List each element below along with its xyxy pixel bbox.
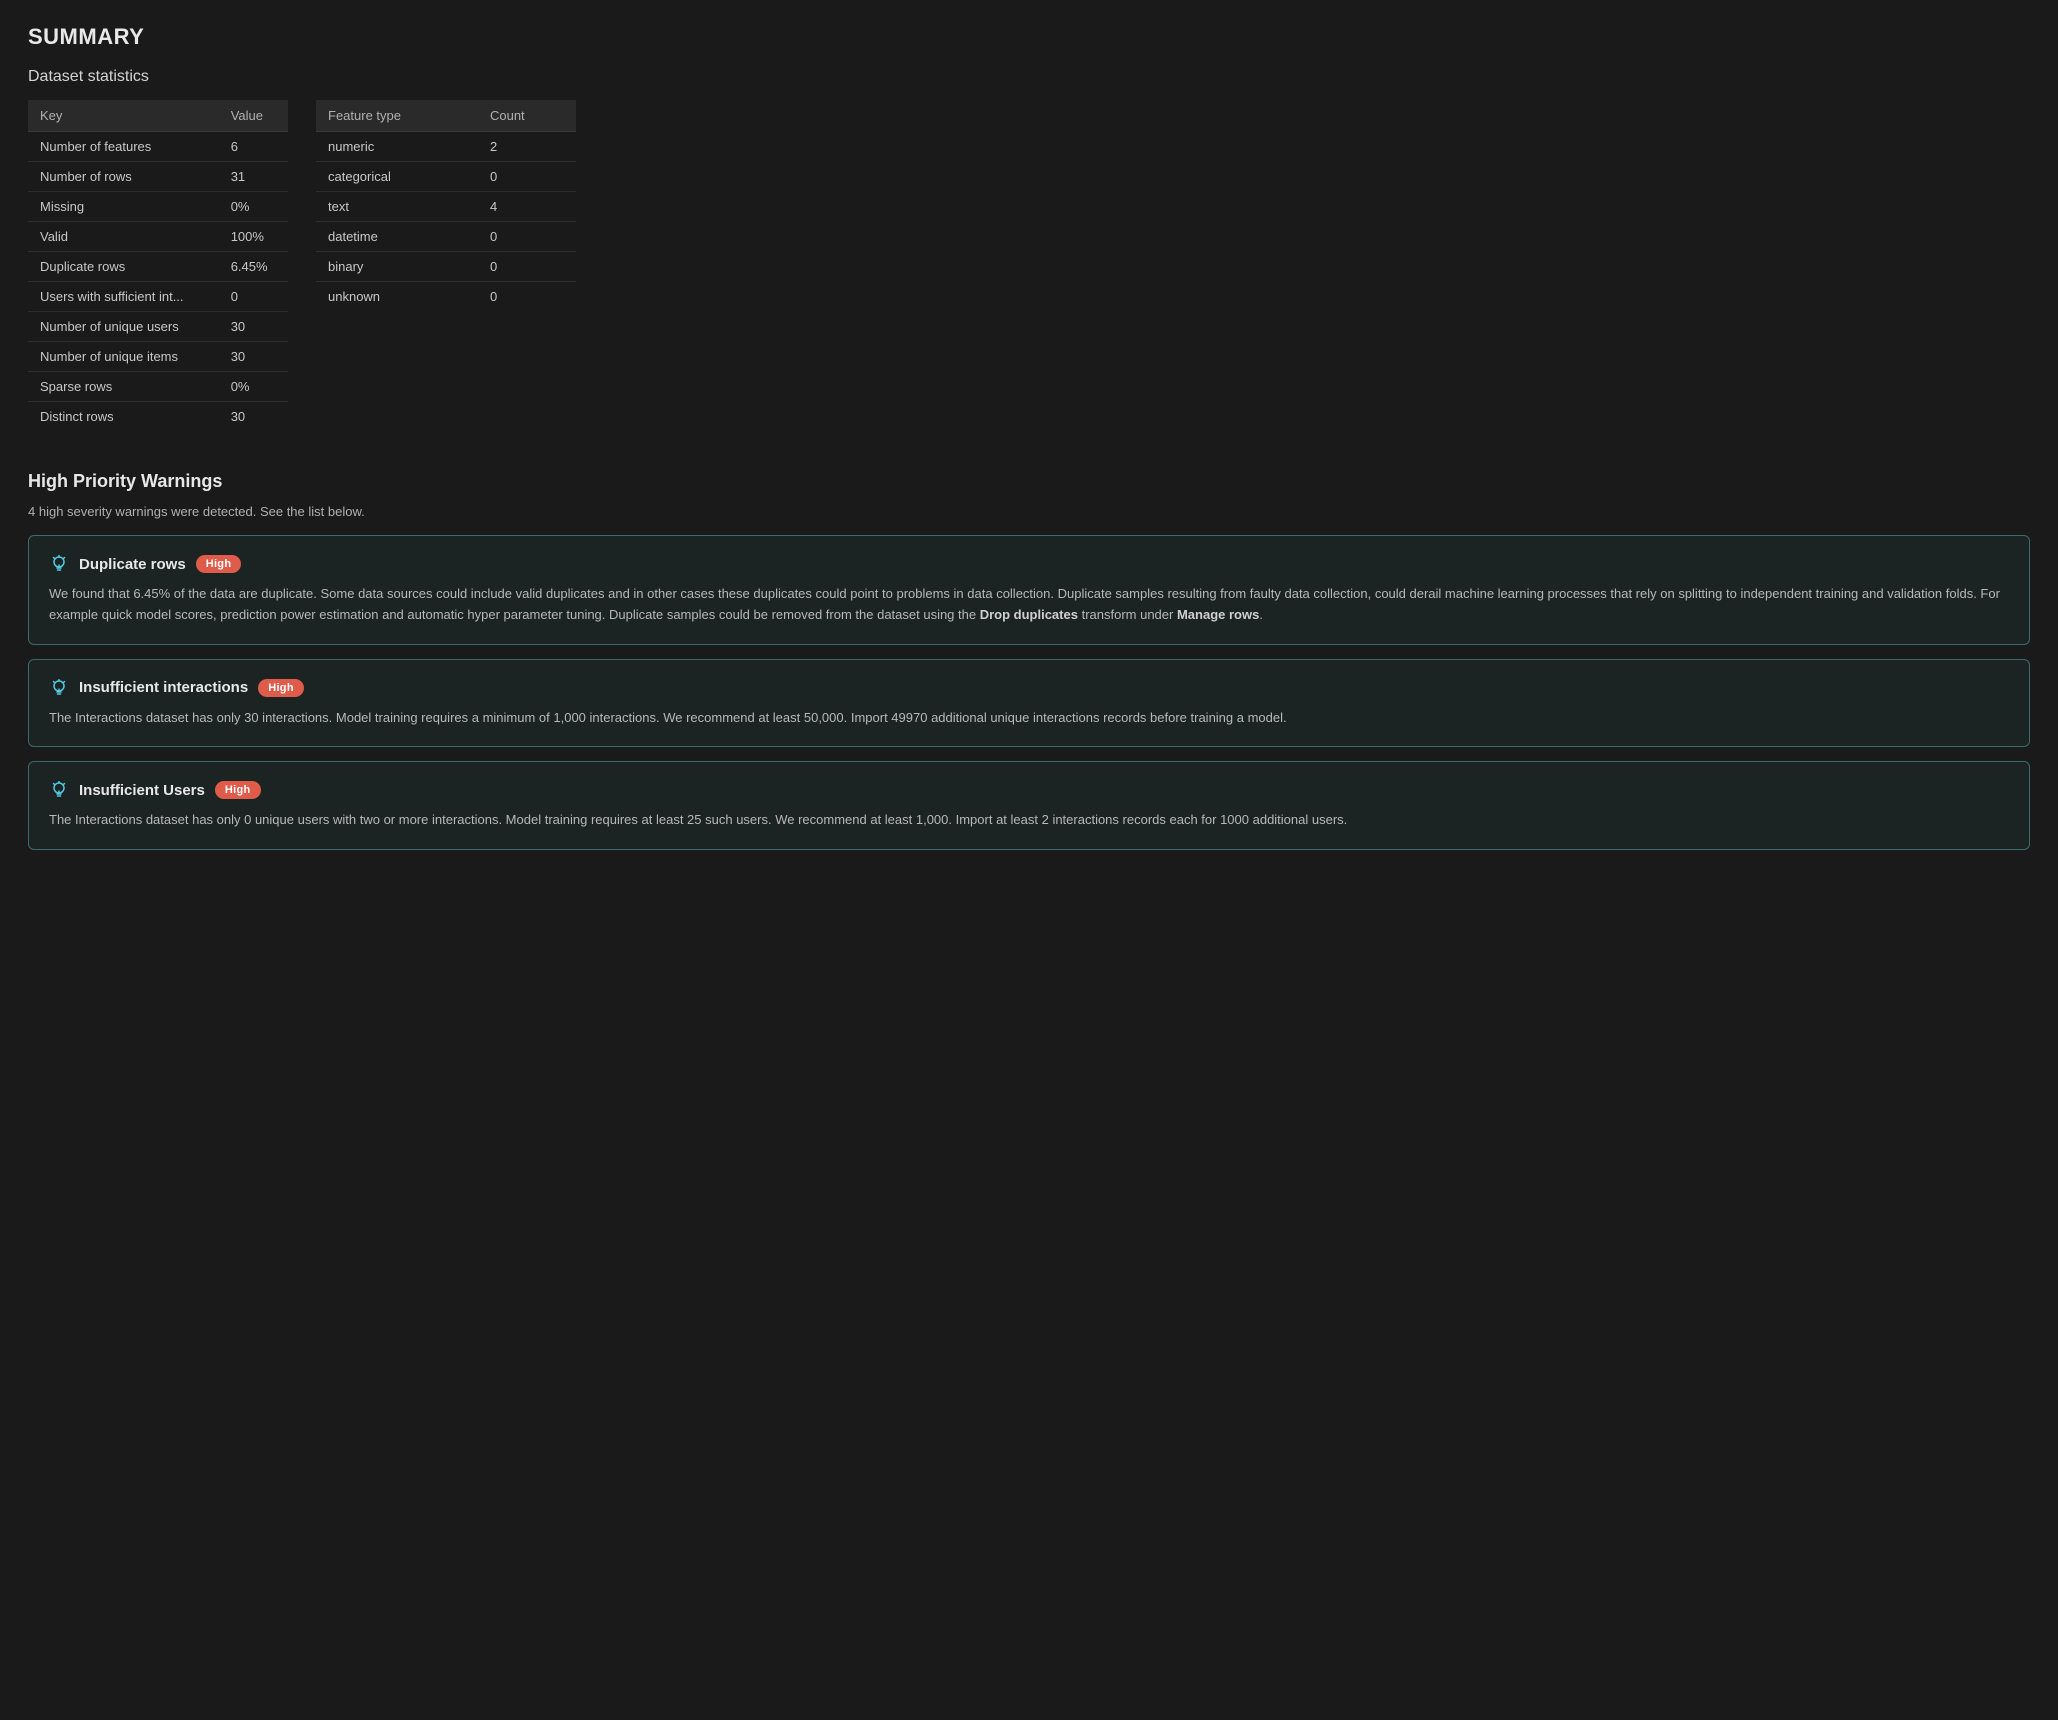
warning-card: Insufficient interactions High The Interac… — [28, 659, 2030, 748]
high-badge: High — [258, 679, 304, 697]
count-cell: 4 — [478, 192, 576, 222]
high-badge: High — [215, 781, 261, 799]
feature-type-cell: binary — [316, 252, 478, 282]
key-cell: Sparse rows — [28, 372, 219, 402]
table-row: Users with sufficient int...0 — [28, 282, 288, 312]
high-badge: High — [196, 555, 242, 573]
feature-type-table: Feature type Count numeric2categorical0t… — [316, 100, 576, 311]
value-cell: 100% — [219, 222, 288, 252]
table-row: Missing0% — [28, 192, 288, 222]
warning-header: Insufficient Users High — [49, 780, 2009, 800]
count-cell: 0 — [478, 252, 576, 282]
key-cell: Duplicate rows — [28, 252, 219, 282]
feature-type-cell: datetime — [316, 222, 478, 252]
key-cell: Number of rows — [28, 162, 219, 192]
statistics-tables: Key Value Number of features6Number of r… — [28, 100, 2030, 431]
key-cell: Users with sufficient int... — [28, 282, 219, 312]
value-cell: 30 — [219, 312, 288, 342]
value-col-header: Value — [219, 100, 288, 132]
feature-type-cell: text — [316, 192, 478, 222]
table-row: Number of features6 — [28, 132, 288, 162]
value-cell: 6 — [219, 132, 288, 162]
warning-lightbulb-icon — [49, 678, 69, 698]
value-cell: 0% — [219, 372, 288, 402]
table-row: numeric2 — [316, 132, 576, 162]
key-value-table: Key Value Number of features6Number of r… — [28, 100, 288, 431]
warning-link-drop-duplicates[interactable]: Drop duplicates — [980, 607, 1078, 622]
feature-type-cell: numeric — [316, 132, 478, 162]
feature-type-cell: categorical — [316, 162, 478, 192]
table-row: Duplicate rows6.45% — [28, 252, 288, 282]
key-col-header: Key — [28, 100, 219, 132]
warnings-heading: High Priority Warnings — [28, 471, 2030, 492]
table-row: Number of unique users30 — [28, 312, 288, 342]
count-cell: 0 — [478, 282, 576, 312]
table-row: Number of rows31 — [28, 162, 288, 192]
warning-card: Duplicate rows High We found that 6.45% of… — [28, 535, 2030, 645]
key-cell: Number of unique items — [28, 342, 219, 372]
warning-body: The Interactions dataset has only 0 uniq… — [49, 810, 2009, 831]
value-cell: 0 — [219, 282, 288, 312]
warning-title: Insufficient interactions — [79, 679, 248, 696]
count-cell: 2 — [478, 132, 576, 162]
table-row: text4 — [316, 192, 576, 222]
warnings-intro: 4 high severity warnings were detected. … — [28, 504, 2030, 519]
dataset-statistics-heading: Dataset statistics — [28, 68, 2030, 86]
table-row: unknown0 — [316, 282, 576, 312]
key-cell: Number of unique users — [28, 312, 219, 342]
page-title: SUMMARY — [28, 24, 2030, 50]
value-cell: 30 — [219, 342, 288, 372]
feature-type-col-header: Feature type — [316, 100, 478, 132]
value-cell: 0% — [219, 192, 288, 222]
feature-type-cell: unknown — [316, 282, 478, 312]
warning-link-manage-rows[interactable]: Manage rows — [1177, 607, 1259, 622]
count-cell: 0 — [478, 222, 576, 252]
value-cell: 30 — [219, 402, 288, 432]
key-cell: Number of features — [28, 132, 219, 162]
table-row: categorical0 — [316, 162, 576, 192]
warning-title: Insufficient Users — [79, 782, 205, 799]
value-cell: 6.45% — [219, 252, 288, 282]
warning-body: We found that 6.45% of the data are dupl… — [49, 584, 2009, 626]
key-cell: Missing — [28, 192, 219, 222]
warning-lightbulb-icon — [49, 780, 69, 800]
table-row: Distinct rows30 — [28, 402, 288, 432]
warning-lightbulb-icon — [49, 554, 69, 574]
table-row: datetime0 — [316, 222, 576, 252]
count-cell: 0 — [478, 162, 576, 192]
warning-card: Insufficient Users High The Interactions d… — [28, 761, 2030, 850]
count-col-header: Count — [478, 100, 576, 132]
dataset-statistics-section: Dataset statistics Key Value Number of f… — [28, 68, 2030, 431]
warning-cards-container: Duplicate rows High We found that 6.45% of… — [28, 535, 2030, 850]
warning-header: Duplicate rows High — [49, 554, 2009, 574]
table-row: Number of unique items30 — [28, 342, 288, 372]
table-row: binary0 — [316, 252, 576, 282]
table-row: Valid100% — [28, 222, 288, 252]
warning-body: The Interactions dataset has only 30 int… — [49, 708, 2009, 729]
warning-header: Insufficient interactions High — [49, 678, 2009, 698]
key-cell: Valid — [28, 222, 219, 252]
table-row: Sparse rows0% — [28, 372, 288, 402]
value-cell: 31 — [219, 162, 288, 192]
warning-title: Duplicate rows — [79, 556, 186, 573]
warnings-section: High Priority Warnings 4 high severity w… — [28, 471, 2030, 850]
key-cell: Distinct rows — [28, 402, 219, 432]
